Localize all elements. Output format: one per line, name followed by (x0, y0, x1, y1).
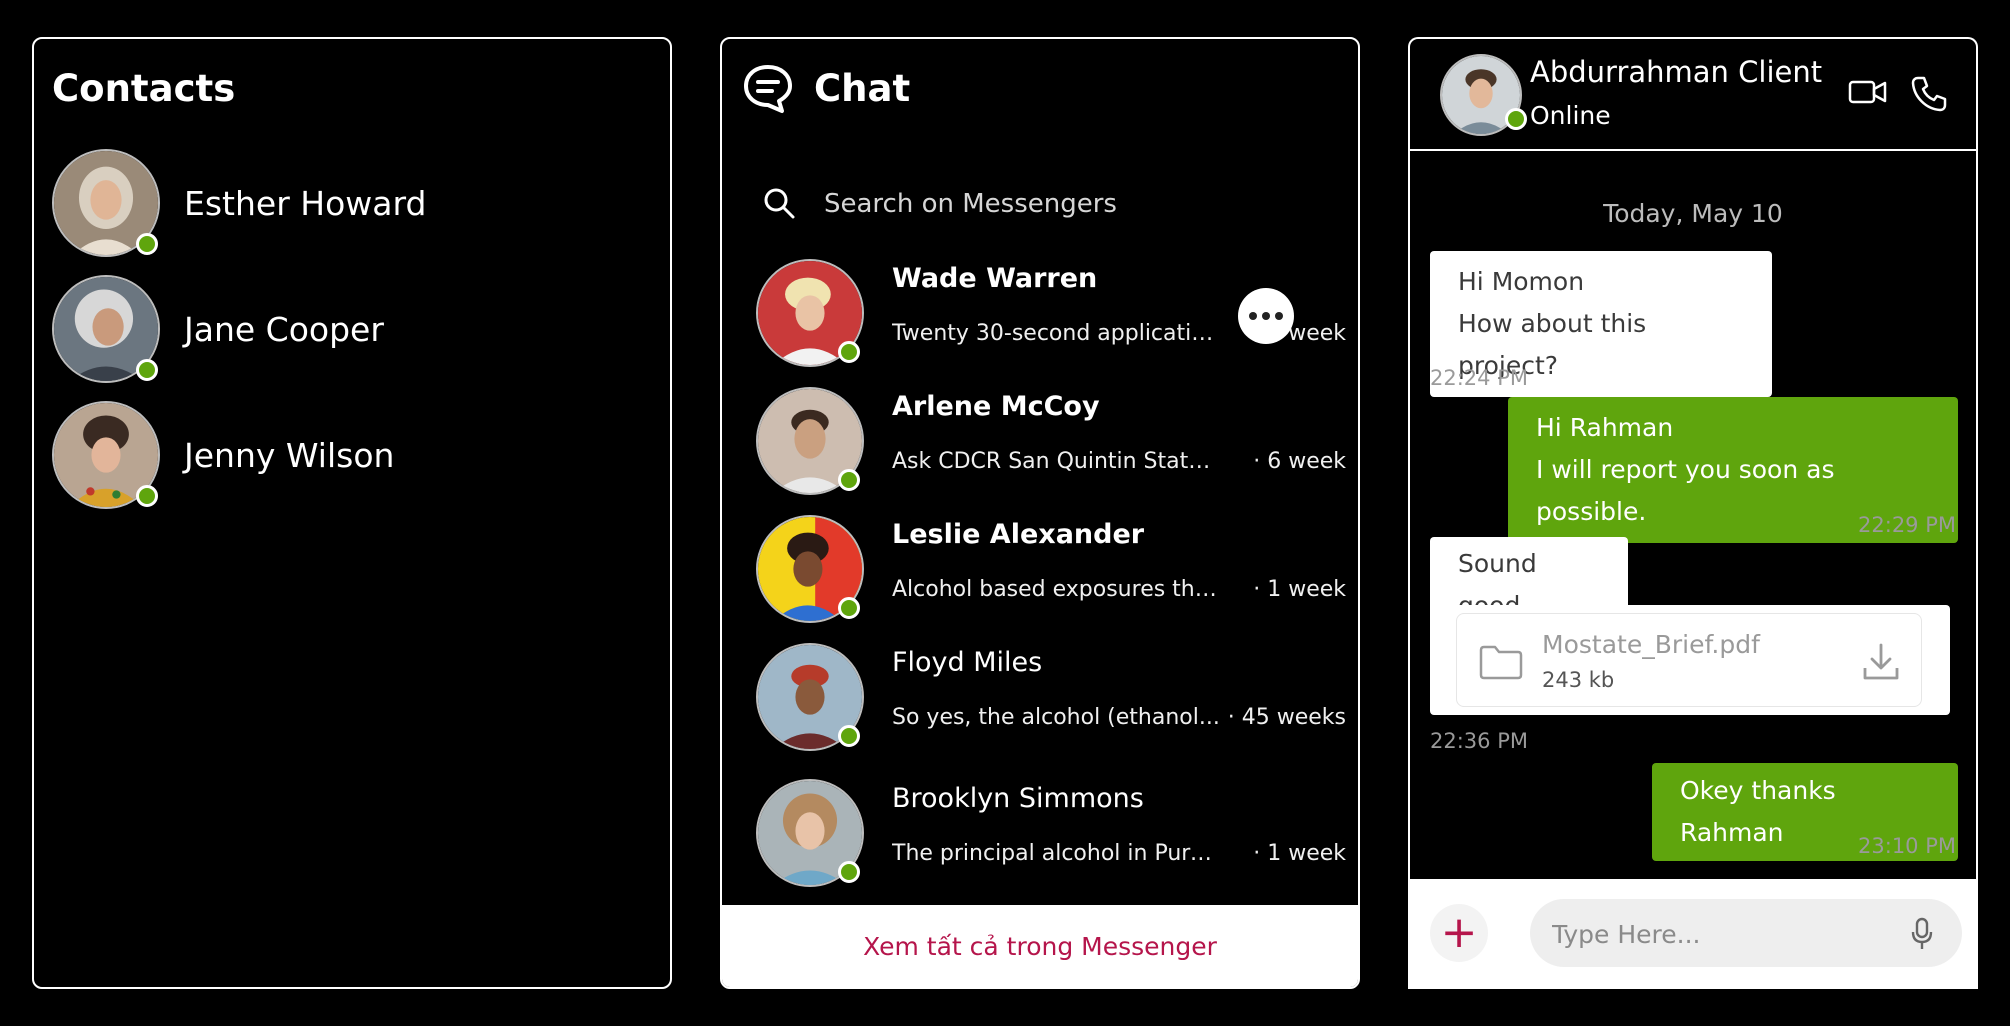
file-size: 243 kb (1542, 668, 1615, 692)
conversation-name: Wade Warren (892, 263, 1098, 294)
video-call-icon[interactable] (1848, 77, 1888, 107)
conversation-item-leslie-alexander[interactable]: Leslie Alexander Alcohol based exposures… (756, 515, 1346, 627)
conversation-panel: Abdurrahman Client Online Today, May 10 … (1408, 37, 1978, 989)
phone-icon[interactable] (1910, 75, 1948, 113)
conversation-time: · 1 week (1253, 841, 1346, 866)
online-status-dot (838, 341, 860, 363)
message-field (1530, 899, 1962, 967)
contact-name: Esther Howard (184, 184, 427, 223)
folder-icon (1479, 645, 1523, 680)
conversation-preview: Ask CDCR San Quintin State Pri... (892, 449, 1222, 474)
online-status-dot (1505, 108, 1527, 130)
file-name: Mostate_Brief.pdf (1542, 630, 1760, 659)
contact-name: Jenny Wilson (184, 436, 395, 475)
conversation-item-floyd-miles[interactable]: Floyd Miles So yes, the alcohol (ethanol… (756, 643, 1346, 755)
contact-status: Online (1530, 101, 1611, 130)
contacts-title: Contacts (52, 67, 236, 110)
contact-name: Jane Cooper (184, 310, 384, 349)
message-time: 23:10 PM (1858, 834, 1956, 858)
online-status-dot (838, 469, 860, 491)
online-status-dot (136, 485, 158, 507)
message-line: Hi Rahman (1536, 413, 1674, 442)
conversation-name: Arlene McCoy (892, 391, 1100, 422)
message-input-bar: + (1410, 879, 1976, 989)
conversation-name: Leslie Alexander (892, 519, 1145, 550)
microphone-icon[interactable] (1910, 917, 1934, 951)
conversation-time: · 1 week (1253, 577, 1346, 602)
conversation-item-arlene-mccoy[interactable]: Arlene McCoy Ask CDCR San Quintin State … (756, 387, 1346, 499)
download-icon[interactable] (1861, 642, 1901, 682)
message-time: 22:29 PM (1858, 513, 1956, 537)
message-input[interactable] (1550, 913, 1894, 955)
see-all-in-messenger-link[interactable]: Xem tất cả trong Messenger (722, 905, 1358, 987)
day-separator: Today, May 10 (1603, 199, 1783, 228)
online-status-dot (838, 725, 860, 747)
conversation-time: · 45 weeks (1227, 705, 1346, 730)
add-attachment-button[interactable]: + (1430, 904, 1488, 962)
more-icon (1249, 312, 1257, 320)
conversation-time: · 6 week (1253, 449, 1346, 474)
search-input[interactable] (822, 183, 1306, 225)
online-status-dot (136, 359, 158, 381)
chat-bubble-icon (744, 65, 792, 113)
file-attachment-card: Mostate_Brief.pdf 243 kb (1456, 613, 1922, 707)
conversation-preview: The principal alcohol in Purell... (892, 841, 1222, 866)
conversation-header: Abdurrahman Client Online (1410, 39, 1976, 151)
contact-item-jane-cooper[interactable]: Jane Cooper (52, 275, 652, 385)
plus-icon: + (1440, 907, 1478, 958)
contact-item-jenny-wilson[interactable]: Jenny Wilson (52, 401, 652, 511)
conversation-name: Floyd Miles (892, 647, 1043, 678)
more-options-button[interactable] (1238, 288, 1294, 344)
search-icon (764, 188, 795, 219)
message-line: Hi Momon (1458, 267, 1585, 296)
chat-title: Chat (814, 67, 911, 110)
contact-name: Abdurrahman Client (1530, 55, 1823, 89)
online-status-dot (838, 597, 860, 619)
conversation-name: Brooklyn Simmons (892, 783, 1144, 814)
online-status-dot (136, 233, 158, 255)
contacts-panel: Contacts Esther Howard Jane Cooper Jenny… (32, 37, 672, 989)
message-time: 22:24 PM (1430, 366, 1528, 390)
message-time: 22:36 PM (1430, 729, 1528, 753)
chat-panel: Chat Wade Warren Twenty 30-second applic… (720, 37, 1360, 989)
conversation-preview: Twenty 30-second applications... (892, 321, 1222, 346)
file-attachment[interactable]: Mostate_Brief.pdf 243 kb (1430, 605, 1950, 715)
search-bar (762, 179, 1322, 229)
online-status-dot (838, 861, 860, 883)
conversation-preview: So yes, the alcohol (ethanol... (892, 705, 1220, 730)
conversation-preview: Alcohol based exposures throug... (892, 577, 1222, 602)
contact-item-esther-howard[interactable]: Esther Howard (52, 149, 652, 259)
conversation-item-brooklyn-simmons[interactable]: Brooklyn Simmons The principal alcohol i… (756, 779, 1346, 891)
